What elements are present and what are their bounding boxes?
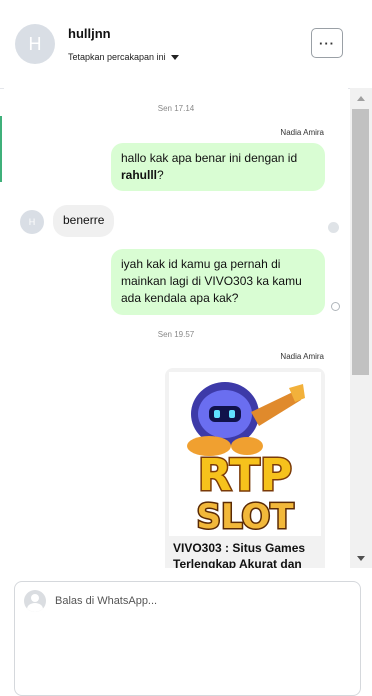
reply-input[interactable] [55,592,345,610]
link-preview-title: VIVO303 : Situs Games Terlengkap Akurat … [173,541,306,568]
sender-name: Nadia Amira [280,352,324,361]
incoming-message[interactable]: benerre [53,205,115,237]
chat-scrollbar[interactable] [350,88,372,568]
message-text: benerre [63,213,105,227]
sender-name: Nadia Amira [280,128,324,137]
message-text: iyah kak id kamu ga pernah di mainkan la… [121,257,302,305]
assign-conversation-dropdown[interactable]: Tetapkan percakapan ini [68,52,179,62]
more-horizontal-icon: ··· [319,35,335,51]
message-thread: Sen 17.14 Nadia Amira hallo kak apa bena… [4,88,348,568]
avatar-initial: H [28,217,36,227]
rtp-slot-image: RTP SLOT [169,372,321,536]
left-accent-bar [0,116,2,182]
message-text-end: ? [157,168,164,182]
delivered-check-icon [331,302,340,311]
slot-image-text: SLOT [196,497,294,536]
reply-box[interactable] [14,581,361,696]
scroll-down-icon[interactable] [357,556,365,561]
reply-area [0,568,372,696]
link-preview-card[interactable]: RTP SLOT VIVO303 : Situs Games Terlengka… [165,368,325,568]
contact-avatar[interactable]: H [15,24,55,64]
message-text: hallo kak apa benar ini dengan id [121,151,298,165]
timestamp-divider: Sen 17.14 [157,104,195,113]
avatar-initial: H [28,33,42,54]
user-avatar-icon [24,590,46,612]
outgoing-message[interactable]: iyah kak id kamu ga pernah di mainkan la… [111,249,325,315]
read-status-icon [328,222,339,233]
scroll-up-icon[interactable] [357,96,365,101]
caret-down-icon [170,54,179,60]
rtp-image-text: RTP [198,450,292,501]
more-options-button[interactable]: ··· [311,28,343,58]
timestamp-divider: Sen 19.57 [157,330,195,339]
assign-conversation-label: Tetapkan percakapan ini [68,52,166,62]
contact-name[interactable]: hulljnn [68,26,111,41]
message-bold-id: rahulll [121,168,158,182]
contact-small-avatar: H [20,210,44,234]
scrollbar-thumb[interactable] [352,109,369,375]
conversation-header: H hulljnn Tetapkan percakapan ini ··· [0,0,372,89]
outgoing-message[interactable]: hallo kak apa benar ini dengan id rahull… [111,143,325,191]
